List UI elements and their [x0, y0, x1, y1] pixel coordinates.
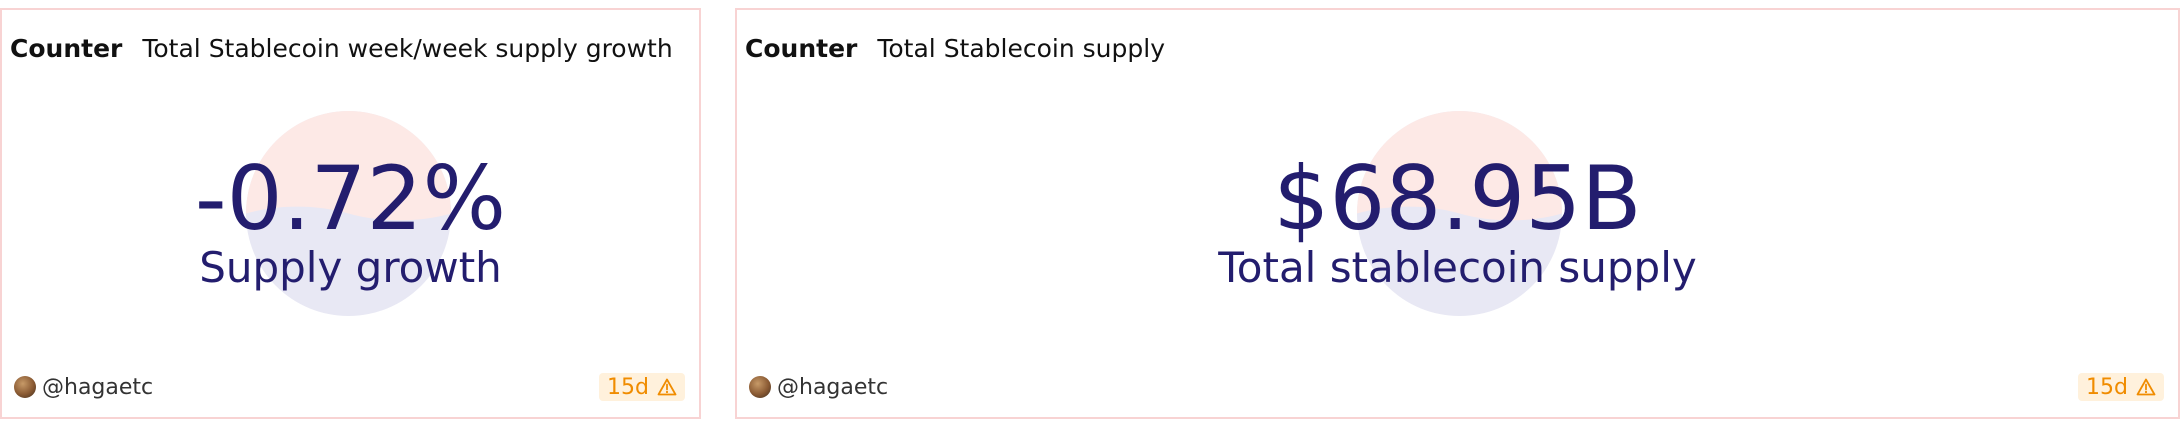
- avatar: [749, 376, 771, 398]
- author-name: @hagaetc: [42, 374, 154, 400]
- counter-display: $68.95B Total stablecoin supply: [737, 155, 2178, 293]
- card-footer: @hagaetc 15d: [14, 371, 685, 403]
- counter-value: $68.95B: [1273, 147, 1642, 250]
- card-type-label: Counter: [745, 34, 858, 63]
- card-type-label: Counter: [10, 34, 123, 63]
- author-link[interactable]: @hagaetc: [749, 375, 888, 400]
- counter-card-supply-growth[interactable]: Counter Total Stablecoin week/week suppl…: [0, 8, 701, 419]
- counter-label: Supply growth: [199, 243, 502, 292]
- counter-card-total-supply[interactable]: Counter Total Stablecoin supply $68.95B …: [735, 8, 2180, 419]
- avatar: [14, 376, 36, 398]
- age-text: 15d: [2086, 374, 2128, 400]
- card-header: Counter Total Stablecoin week/week suppl…: [10, 34, 673, 63]
- card-header: Counter Total Stablecoin supply: [745, 34, 1165, 63]
- dashboard-board: Counter Total Stablecoin week/week suppl…: [0, 0, 2180, 424]
- warning-icon: [657, 378, 677, 396]
- counter-display: -0.72% Supply growth: [2, 155, 699, 293]
- card-title[interactable]: Total Stablecoin week/week supply growth: [142, 34, 672, 63]
- card-footer: @hagaetc 15d: [749, 371, 2164, 403]
- counter-value: -0.72%: [194, 147, 507, 250]
- counter-label: Total stablecoin supply: [1218, 243, 1697, 292]
- author-link[interactable]: @hagaetc: [14, 375, 153, 400]
- age-badge[interactable]: 15d: [599, 373, 685, 401]
- age-badge[interactable]: 15d: [2078, 373, 2164, 401]
- card-title[interactable]: Total Stablecoin supply: [877, 34, 1165, 63]
- author-name: @hagaetc: [777, 374, 889, 400]
- age-text: 15d: [607, 374, 649, 400]
- warning-icon: [2136, 378, 2156, 396]
